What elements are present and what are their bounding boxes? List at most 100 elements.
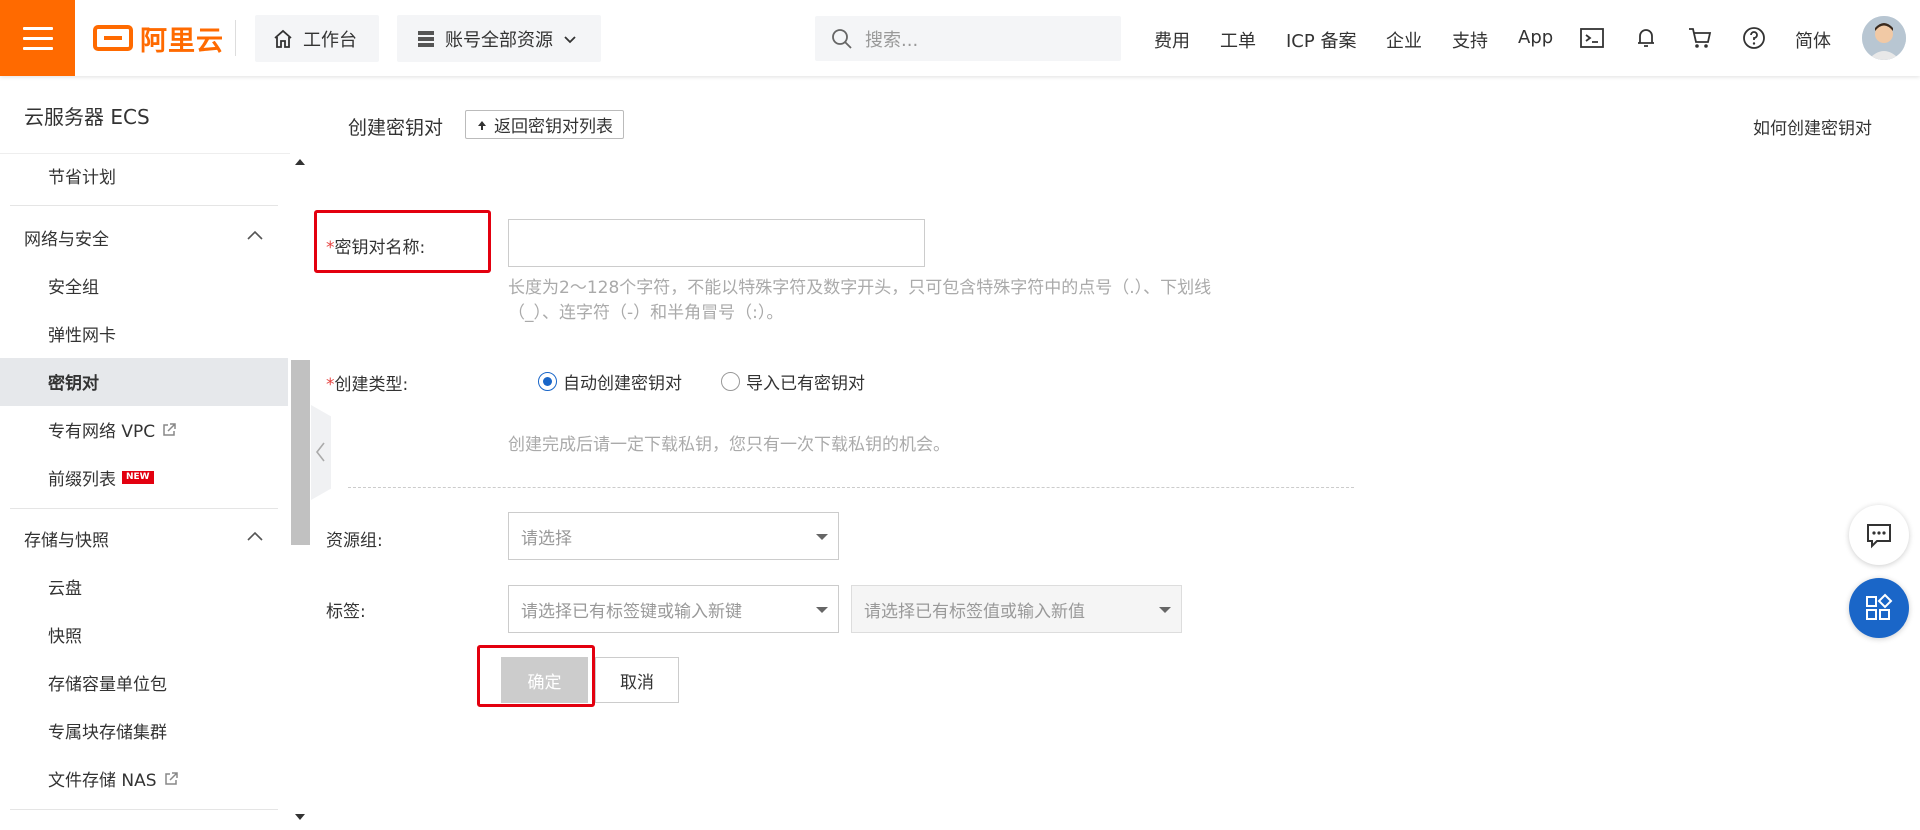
name-hint-line1: 长度为2～128个字符，不能以特殊字符及数字开头，只可包含特殊字符中的点号（.）… [508, 278, 1212, 298]
divider [10, 205, 278, 206]
external-link-icon [163, 422, 176, 436]
radio-unchecked-icon [721, 372, 740, 391]
sidebar-item-security-group[interactable]: 安全组 [48, 273, 99, 298]
chevron-up-icon[interactable] [245, 527, 265, 547]
chevron-down-icon [564, 35, 576, 43]
resources-label: 账号全部资源 [445, 29, 553, 51]
tag-key-select[interactable]: 请选择已有标签键或输入新键 [508, 585, 839, 633]
search-input[interactable]: 搜索... [815, 16, 1121, 61]
nav-support[interactable]: 支持 [1452, 27, 1488, 53]
sidebar: 云服务器 ECS 节省计划 网络与安全 安全组 弹性网卡 密钥对 专有网络 VP… [0, 76, 312, 830]
sidebar-item-cloud-disk[interactable]: 云盘 [48, 574, 82, 599]
nas-label: 文件存储 NAS [48, 771, 157, 791]
nav-enterprise[interactable]: 企业 [1386, 27, 1422, 53]
nav-tickets[interactable]: 工单 [1220, 27, 1256, 53]
user-avatar-icon [1862, 16, 1906, 60]
aliyun-logo[interactable]: 阿里云 [93, 20, 224, 57]
sidebar-item-eni[interactable]: 弹性网卡 [48, 321, 116, 346]
resource-group-placeholder: 请选择 [521, 528, 572, 549]
menu-icon[interactable] [0, 0, 75, 76]
terminal-icon[interactable] [1578, 24, 1606, 52]
sidebar-title: 云服务器 ECS [24, 105, 150, 129]
divider [10, 809, 278, 810]
radio-import-label: 导入已有密钥对 [746, 374, 865, 394]
radio-auto-label: 自动创建密钥对 [563, 374, 682, 394]
scroll-down-icon[interactable] [293, 812, 307, 822]
required-mark: * [326, 238, 335, 258]
nav-app[interactable]: App [1518, 27, 1553, 48]
server-icon [418, 30, 434, 47]
nav-fees[interactable]: 费用 [1154, 27, 1190, 53]
type-hint: 创建完成后请一定下载私钥，您只有一次下载私钥的机会。 [508, 435, 950, 455]
divider [0, 153, 290, 154]
cancel-button[interactable]: 取消 [595, 657, 679, 703]
avatar[interactable] [1862, 16, 1906, 60]
sidebar-item-prefix-list[interactable]: 前缀列表 NEW [48, 465, 154, 490]
main-content: 创建密钥对 返回密钥对列表 如何创建密钥对 *密钥对名称: 长度为2～128个字… [312, 76, 1920, 830]
key-pair-name-label: *密钥对名称: [326, 233, 425, 258]
resources-dropdown[interactable]: 账号全部资源 [397, 15, 601, 62]
vpc-label: 专有网络 VPC [48, 422, 156, 442]
chat-icon [1867, 524, 1891, 549]
tag-value-select[interactable]: 请选择已有标签值或输入新值 [851, 585, 1182, 633]
sidebar-group-network[interactable]: 网络与安全 [24, 225, 109, 250]
workbench-button[interactable]: 工作台 [255, 15, 379, 62]
cart-icon[interactable] [1686, 24, 1714, 52]
tag-key-placeholder: 请选择已有标签键或输入新键 [521, 601, 742, 622]
upload-arrow-icon [478, 120, 486, 130]
dropdown-arrow-icon [816, 607, 828, 613]
sidebar-item-savings-plan[interactable]: 节省计划 [48, 163, 116, 188]
nav-icp[interactable]: ICP 备案 [1286, 27, 1356, 53]
name-hint-line2: （_）、连字符（-）和半角冒号（:）。 [508, 303, 784, 323]
language-switch[interactable]: 简体 [1795, 27, 1831, 53]
top-navbar: 阿里云 工作台 账号全部资源 搜索... 费用 工单 ICP 备案 企业 支持 … [0, 0, 1920, 76]
divider [348, 487, 1354, 488]
scrollbar-thumb[interactable] [291, 360, 310, 545]
divider [235, 20, 236, 56]
radio-import-existing[interactable]: 导入已有密钥对 [721, 369, 865, 394]
logo-mark-icon [93, 25, 133, 51]
active-item-highlight [0, 358, 288, 406]
dropdown-arrow-icon [816, 534, 828, 540]
home-icon [274, 29, 292, 48]
help-icon[interactable] [1740, 24, 1768, 52]
search-placeholder: 搜索... [865, 29, 919, 51]
apps-icon [1866, 593, 1893, 620]
required-mark: * [326, 375, 335, 395]
bell-icon[interactable] [1632, 24, 1660, 52]
sidebar-item-snapshot[interactable]: 快照 [48, 622, 82, 647]
confirm-button[interactable]: 确定 [501, 657, 588, 703]
new-badge: NEW [122, 471, 154, 484]
scroll-up-icon[interactable] [293, 156, 307, 166]
sidebar-item-vpc[interactable]: 专有网络 VPC [48, 417, 177, 442]
logo-text: 阿里云 [140, 25, 224, 57]
page-title: 创建密钥对 [348, 117, 444, 139]
sidebar-item-storage-pack[interactable]: 存储容量单位包 [48, 670, 167, 695]
dropdown-arrow-icon [1159, 607, 1171, 613]
quick-apps-button[interactable] [1849, 578, 1909, 638]
divider [10, 508, 278, 509]
radio-auto-create[interactable]: 自动创建密钥对 [538, 369, 682, 394]
prefix-list-label: 前缀列表 [48, 470, 116, 490]
tag-value-placeholder: 请选择已有标签值或输入新值 [864, 601, 1085, 622]
radio-checked-icon [538, 372, 557, 391]
type-label-text: 创建类型: [334, 375, 409, 395]
back-to-list-button[interactable]: 返回密钥对列表 [465, 110, 624, 139]
resource-group-select[interactable]: 请选择 [508, 512, 839, 560]
key-pair-name-input[interactable] [508, 219, 925, 267]
chevron-up-icon[interactable] [245, 226, 265, 246]
sidebar-item-dedicated-block[interactable]: 专属块存储集群 [48, 718, 167, 743]
sidebar-group-storage[interactable]: 存储与快照 [24, 526, 109, 551]
create-type-label: *创建类型: [326, 370, 408, 395]
search-icon [832, 28, 852, 49]
feedback-button[interactable] [1849, 505, 1909, 565]
back-link-label: 返回密钥对列表 [494, 117, 613, 137]
name-label-text: 密钥对名称: [334, 238, 426, 258]
resource-group-label: 资源组: [326, 531, 383, 551]
sidebar-item-nas[interactable]: 文件存储 NAS [48, 766, 179, 791]
help-link[interactable]: 如何创建密钥对 [1753, 114, 1872, 139]
sidebar-item-key-pair[interactable]: 密钥对 [48, 369, 99, 394]
external-link-icon [164, 771, 178, 785]
workbench-label: 工作台 [303, 29, 357, 51]
tag-label: 标签: [326, 602, 366, 622]
